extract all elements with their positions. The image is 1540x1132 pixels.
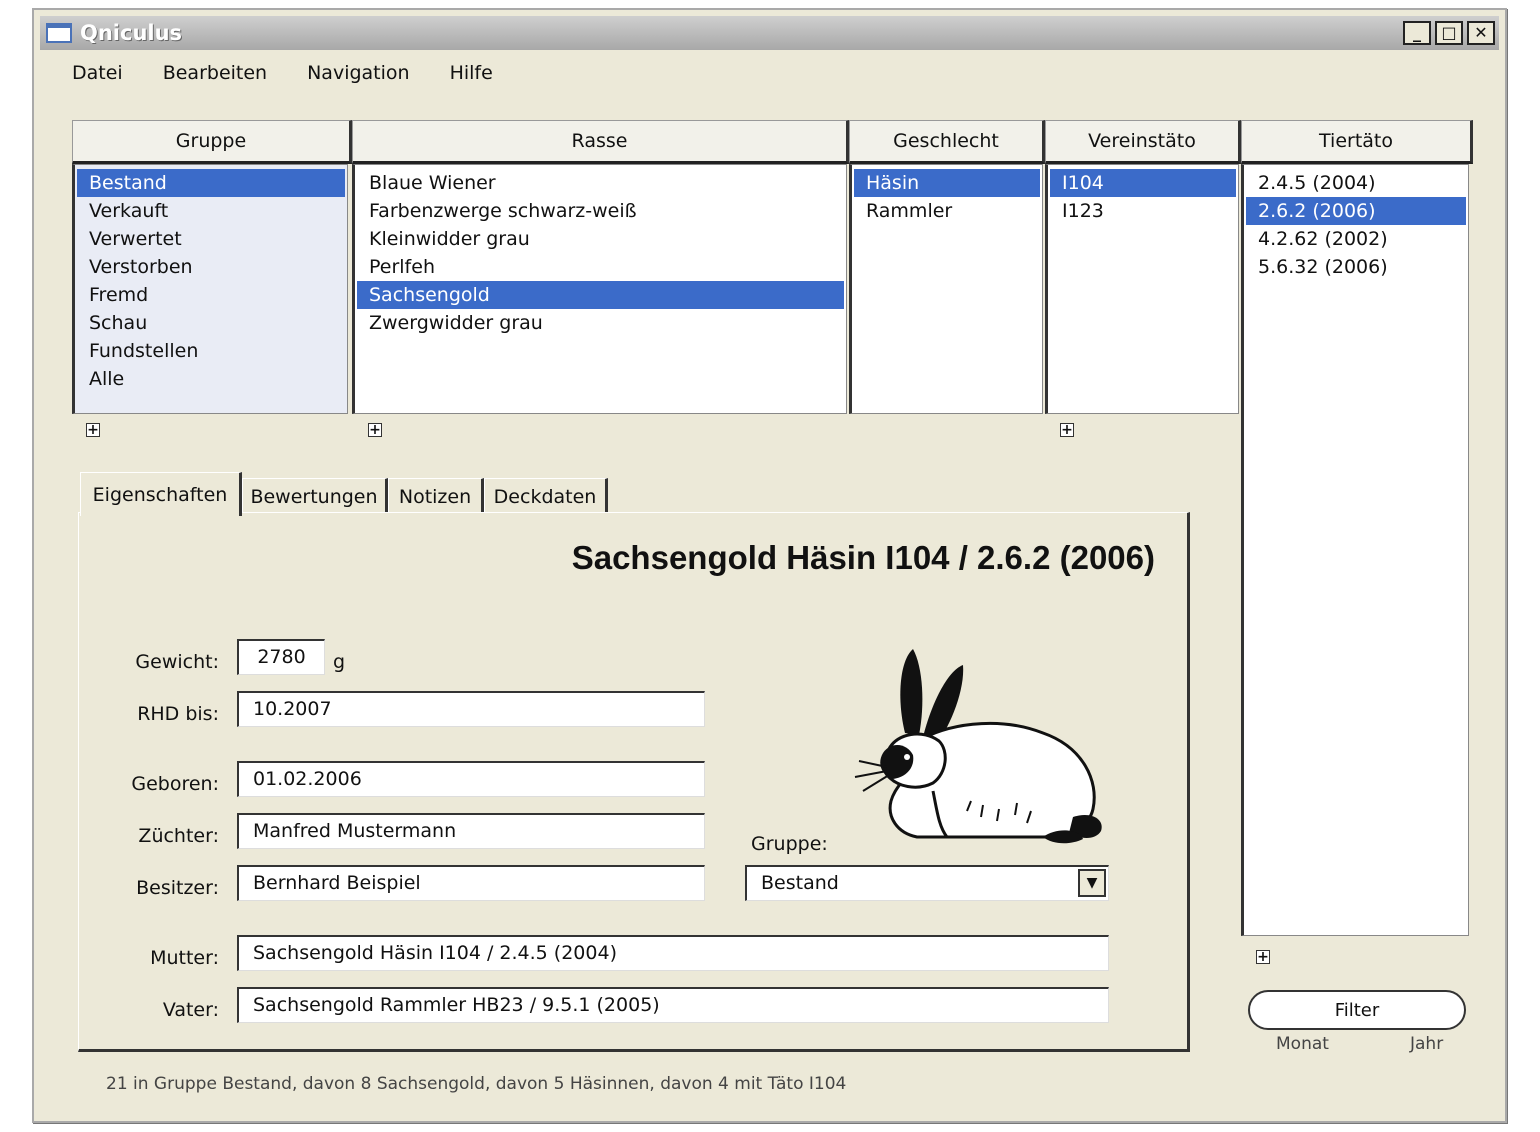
filter-jahr-label: Jahr <box>1410 1034 1444 1054</box>
rhd-label: RHD bis: <box>137 703 219 725</box>
gruppe-list-item[interactable]: Schau <box>77 309 345 337</box>
maximize-button[interactable]: □ <box>1435 21 1463 45</box>
besitzer-label: Besitzer: <box>136 877 219 899</box>
mutter-label: Mutter: <box>150 947 219 969</box>
rasse-list-item[interactable]: Blaue Wiener <box>357 169 844 197</box>
status-bar-text: 21 in Gruppe Bestand, davon 8 Sachsengol… <box>106 1074 847 1094</box>
zuechter-field[interactable]: Manfred Mustermann <box>237 813 705 849</box>
rasse-list[interactable]: Blaue Wiener Farbenzwerge schwarz-weiß Kle… <box>352 164 847 414</box>
rhd-field[interactable]: 10.2007 <box>237 691 705 727</box>
vereinstaeto-list-item[interactable]: I123 <box>1050 197 1236 225</box>
gruppe-list-item[interactable]: Alle <box>77 365 345 393</box>
geschlecht-list-item[interactable]: Häsin <box>854 169 1040 197</box>
geschlecht-list-item[interactable]: Rammler <box>854 197 1040 225</box>
gewicht-unit: g <box>333 651 346 673</box>
geboren-field[interactable]: 01.02.2006 <box>237 761 705 797</box>
gruppe-list-item[interactable]: Fundstellen <box>77 337 345 365</box>
tiertaeto-list-item[interactable]: 2.4.5 (2004) <box>1246 169 1466 197</box>
tiertaeto-list-item[interactable]: 5.6.32 (2006) <box>1246 253 1466 281</box>
gruppe-select-value: Bestand <box>761 872 839 894</box>
menu-bearbeiten[interactable]: Bearbeiten <box>163 62 267 84</box>
title-bar[interactable]: Qniculus _ □ ✕ <box>40 16 1499 50</box>
tiertaeto-list-item[interactable]: 2.6.2 (2006) <box>1246 197 1466 225</box>
gruppe-list-item[interactable]: Verstorben <box>77 253 345 281</box>
app-window-icon <box>46 23 72 43</box>
tab-deckdaten[interactable]: Deckdaten <box>484 478 608 514</box>
window-title: Qniculus <box>80 21 183 45</box>
animal-headline: Sachsengold Häsin I104 / 2.6.2 (2006) <box>571 539 1155 576</box>
add-tiertaeto-button[interactable]: + <box>1256 950 1270 964</box>
zuechter-label: Züchter: <box>138 825 219 847</box>
gruppe-list[interactable]: Bestand Verkauft Verwertet Verstorben Fremd S… <box>72 164 348 414</box>
tab-eigenschaften[interactable]: Eigenschaften <box>80 472 242 516</box>
vater-field[interactable]: Sachsengold Rammler HB23 / 9.5.1 (2005) <box>237 987 1109 1023</box>
gruppe-select-label: Gruppe: <box>751 833 828 855</box>
add-gruppe-button[interactable]: + <box>86 423 100 437</box>
besitzer-field[interactable]: Bernhard Beispiel <box>237 865 705 901</box>
dropdown-arrow-icon[interactable]: ▼ <box>1078 869 1106 897</box>
gewicht-label: Gewicht: <box>135 651 219 673</box>
vereinstaeto-list-item[interactable]: I104 <box>1050 169 1236 197</box>
gewicht-field[interactable]: 2780 <box>237 639 325 675</box>
mutter-field[interactable]: Sachsengold Häsin I104 / 2.4.5 (2004) <box>237 935 1109 971</box>
column-header-rasse[interactable]: Rasse <box>352 120 849 164</box>
tab-notizen[interactable]: Notizen <box>388 478 484 514</box>
geschlecht-list[interactable]: Häsin Rammler <box>849 164 1043 414</box>
gruppe-list-item[interactable]: Verkauft <box>77 197 345 225</box>
close-button[interactable]: ✕ <box>1467 21 1495 45</box>
column-header-geschlecht[interactable]: Geschlecht <box>849 120 1045 164</box>
rasse-list-item[interactable]: Zwergwidder grau <box>357 309 844 337</box>
rabbit-illustration <box>854 649 1102 844</box>
tab-bewertungen[interactable]: Bewertungen <box>242 478 388 514</box>
gruppe-select[interactable]: Bestand ▼ <box>745 865 1109 901</box>
rasse-list-item[interactable]: Farbenzwerge schwarz-weiß <box>357 197 844 225</box>
tiertaeto-list-item[interactable]: 4.2.62 (2002) <box>1246 225 1466 253</box>
rasse-list-item[interactable]: Perlfeh <box>357 253 844 281</box>
rasse-list-item[interactable]: Sachsengold <box>357 281 844 309</box>
column-header-gruppe[interactable]: Gruppe <box>72 120 352 164</box>
gruppe-list-item[interactable]: Fremd <box>77 281 345 309</box>
add-rasse-button[interactable]: + <box>368 423 382 437</box>
filter-button[interactable]: Filter <box>1248 990 1466 1030</box>
geboren-label: Geboren: <box>131 773 219 795</box>
menu-datei[interactable]: Datei <box>72 62 123 84</box>
rasse-list-item[interactable]: Kleinwidder grau <box>357 225 844 253</box>
add-vereinstaeto-button[interactable]: + <box>1060 423 1074 437</box>
filter-monat-label: Monat <box>1276 1034 1329 1054</box>
app-window: Qniculus _ □ ✕ Datei Bearbeiten Navigati… <box>32 8 1507 1123</box>
gruppe-list-item[interactable]: Bestand <box>77 169 345 197</box>
menu-hilfe[interactable]: Hilfe <box>450 62 493 84</box>
column-header-tiertaeto[interactable]: Tiertäto <box>1241 120 1473 164</box>
eigenschaften-panel: Sachsengold Häsin I104 / 2.6.2 (2006) Ge… <box>78 512 1190 1052</box>
tiertaeto-list[interactable]: 2.4.5 (2004) 2.6.2 (2006) 4.2.62 (2002) 5.6… <box>1241 164 1469 936</box>
minimize-button[interactable]: _ <box>1403 21 1431 45</box>
column-header-vereinstaeto[interactable]: Vereinstäto <box>1045 120 1241 164</box>
menu-bar: Datei Bearbeiten Navigation Hilfe <box>72 62 493 84</box>
gruppe-list-item[interactable]: Verwertet <box>77 225 345 253</box>
menu-navigation[interactable]: Navigation <box>307 62 409 84</box>
vater-label: Vater: <box>162 999 219 1021</box>
vereinstaeto-list[interactable]: I104 I123 <box>1045 164 1239 414</box>
